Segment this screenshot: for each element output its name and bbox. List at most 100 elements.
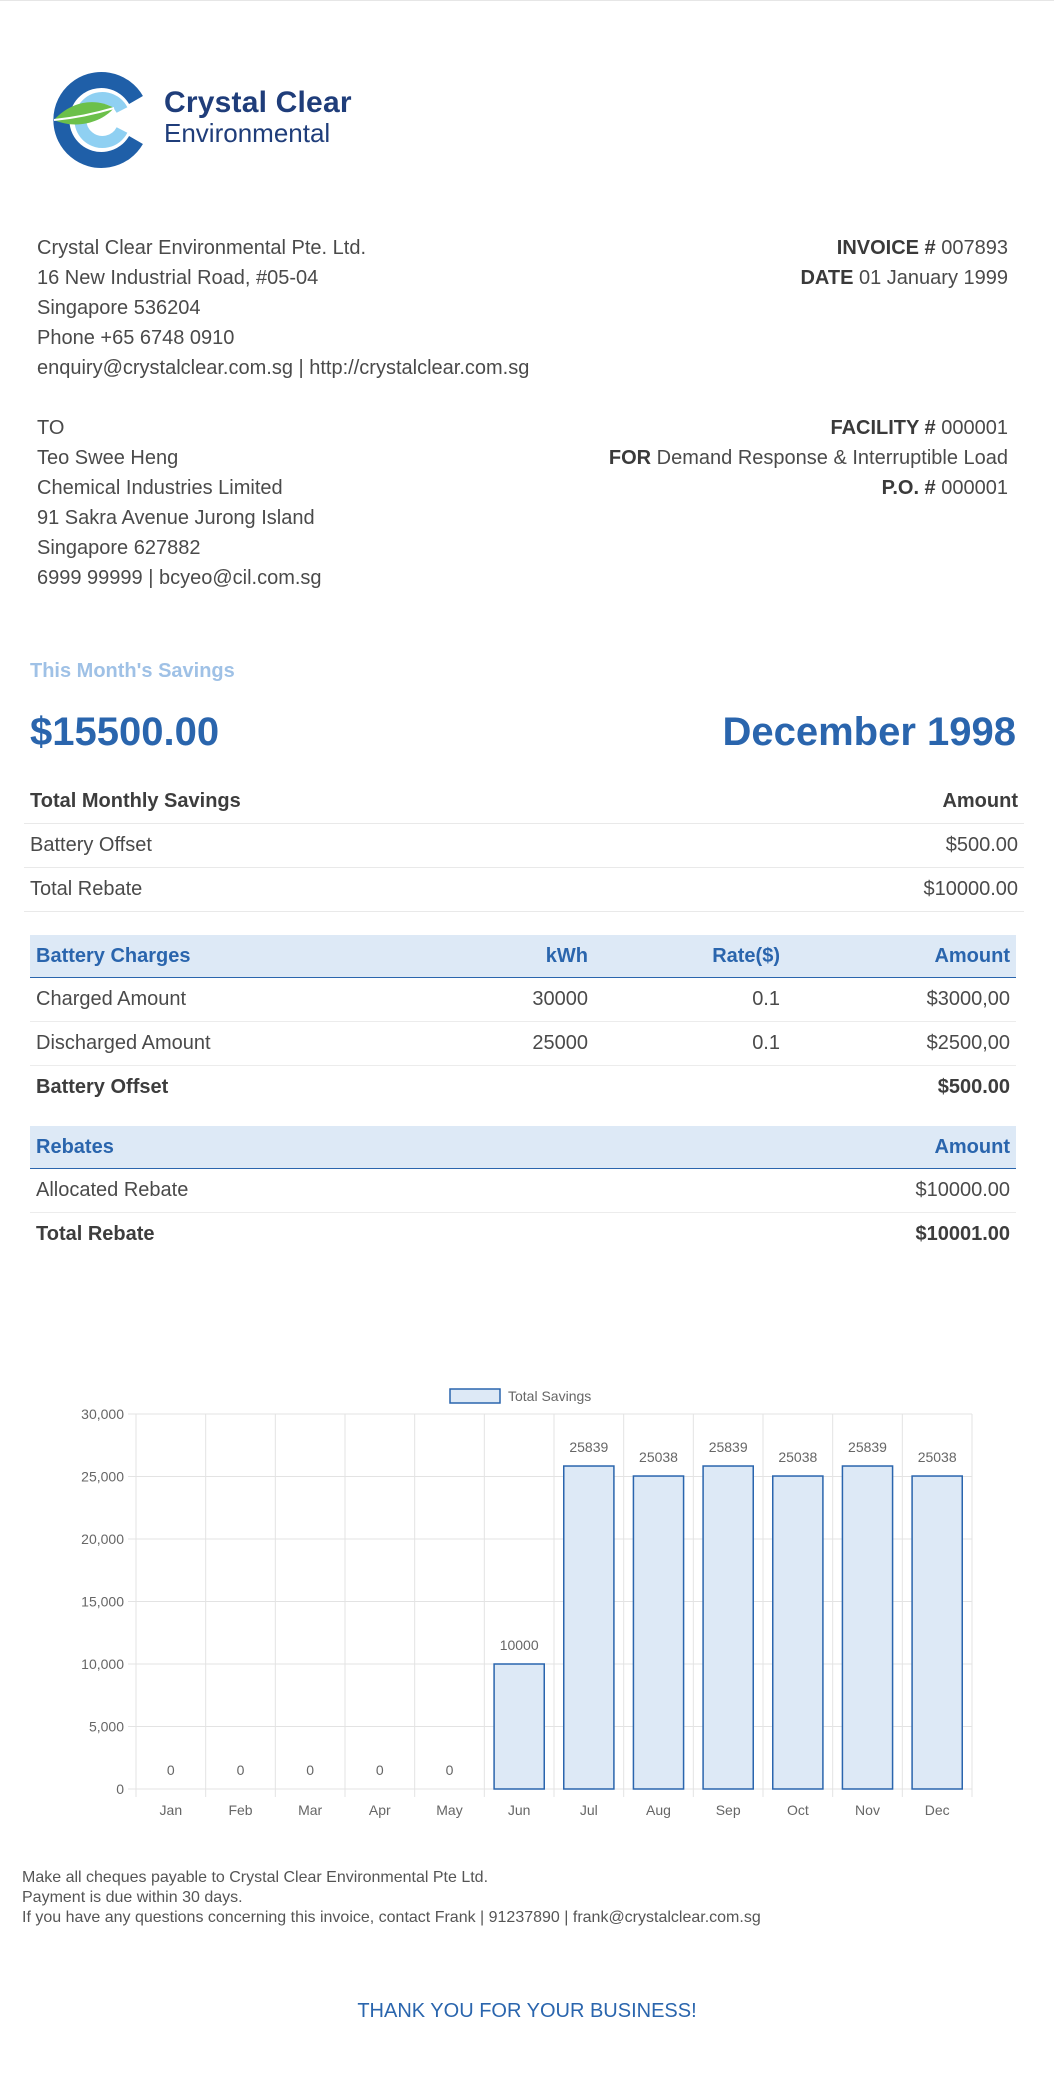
table-row: Discharged Amount 25000 0.1 $2500,00 bbox=[30, 1021, 1016, 1066]
battery-row-label: Discharged Amount bbox=[30, 1021, 442, 1066]
recipient-city: Singapore 627882 bbox=[37, 537, 201, 559]
facility-line: FACILITY # 000001 bbox=[609, 413, 1008, 443]
y-tick-label: 0 bbox=[116, 1781, 124, 1797]
savings-label: This Month's Savings bbox=[30, 660, 235, 682]
bar-value-label: 10000 bbox=[500, 1637, 539, 1653]
x-tick-label: Sep bbox=[716, 1802, 741, 1818]
x-tick-label: Jun bbox=[508, 1802, 531, 1818]
po-line: P.O. # 000001 bbox=[609, 473, 1008, 503]
thank-you-message: THANK YOU FOR YOUR BUSINESS! bbox=[357, 2000, 697, 2022]
invoice-meta: INVOICE # 007893 DATE 01 January 1999 bbox=[800, 233, 1008, 293]
bar bbox=[772, 1475, 824, 1790]
company-address: 16 New Industrial Road, #05-04 bbox=[37, 267, 319, 289]
po-label: P.O. # bbox=[881, 477, 936, 499]
bar-value-label: 0 bbox=[306, 1762, 314, 1778]
savings-amount: $15500.00 bbox=[30, 710, 220, 754]
invoice-date: 01 January 1999 bbox=[858, 267, 1008, 289]
bar bbox=[702, 1465, 754, 1790]
facility-label: FACILITY # bbox=[830, 417, 936, 439]
legend-swatch bbox=[449, 1388, 501, 1404]
table-row: Total Rebate $10000.00 bbox=[24, 867, 1024, 912]
summary-row-amount: $10000.00 bbox=[700, 867, 1024, 912]
x-tick-label: Dec bbox=[925, 1802, 950, 1818]
battery-row-amount: $3000,00 bbox=[786, 977, 1016, 1022]
recipient-address: 91 Sakra Avenue Jurong Island bbox=[37, 507, 315, 529]
x-tick-label: Aug bbox=[646, 1802, 671, 1818]
recipient-contact: 6999 99999 | bcyeo@cil.com.sg bbox=[37, 567, 322, 589]
battery-header-kwh: kWh bbox=[442, 935, 594, 978]
bar bbox=[841, 1465, 894, 1790]
top-divider bbox=[0, 0, 1054, 1]
company-logo: Crystal Clear Environmental bbox=[52, 70, 352, 170]
battery-row-amount: $2500,00 bbox=[786, 1021, 1016, 1066]
rebates-total-amount: $10001.00 bbox=[915, 1223, 1010, 1245]
company-contact: enquiry@crystalclear.com.sg | http://cry… bbox=[37, 357, 530, 379]
y-tick-label: 20,000 bbox=[81, 1531, 124, 1547]
bar bbox=[563, 1465, 615, 1790]
bar-value-label: 25038 bbox=[639, 1449, 678, 1465]
facility-info: FACILITY # 000001 FOR Demand Response & … bbox=[609, 413, 1008, 503]
company-name: Crystal Clear Environmental Pte. Ltd. bbox=[37, 237, 367, 259]
bar bbox=[493, 1663, 545, 1790]
rebates-total-label: Total Rebate bbox=[36, 1223, 155, 1245]
bar-value-label: 0 bbox=[446, 1762, 454, 1778]
table-header-row: Rebates Amount bbox=[30, 1126, 1016, 1169]
invoice-number: 007893 bbox=[941, 237, 1008, 259]
battery-charges-table: Battery Charges kWh Rate($) Amount Charg… bbox=[30, 935, 1016, 1109]
rebate-row-label: Allocated Rebate bbox=[30, 1168, 629, 1213]
recipient-info: TO Teo Swee Heng Chemical Industries Lim… bbox=[37, 413, 322, 593]
payment-note-1: Make all cheques payable to Crystal Clea… bbox=[22, 1869, 489, 1886]
x-tick-label: Mar bbox=[298, 1802, 322, 1818]
bar bbox=[911, 1475, 963, 1790]
bar-value-label: 0 bbox=[167, 1762, 175, 1778]
for-label: FOR bbox=[608, 447, 652, 469]
invoice-number-label: INVOICE # bbox=[836, 237, 936, 259]
battery-row-kwh: 25000 bbox=[442, 1021, 594, 1066]
bar bbox=[632, 1475, 685, 1790]
summary-row-amount: $500.00 bbox=[700, 823, 1024, 868]
payment-note-2: Payment is due within 30 days. bbox=[22, 1889, 243, 1906]
y-tick-label: 15,000 bbox=[81, 1594, 124, 1610]
rebate-row-amount: $10000.00 bbox=[628, 1168, 1016, 1213]
table-row: Charged Amount 30000 0.1 $3000,00 bbox=[30, 977, 1016, 1022]
savings-summary-table: Total Monthly Savings Amount Battery Off… bbox=[24, 780, 1024, 912]
table-total-row: Battery Offset $500.00 bbox=[30, 1066, 1016, 1110]
summary-header-label: Total Monthly Savings bbox=[24, 780, 701, 824]
bar-value-label: 25038 bbox=[778, 1449, 817, 1465]
x-tick-label: May bbox=[436, 1802, 462, 1818]
rebates-header-amount: Amount bbox=[628, 1126, 1016, 1169]
y-tick-label: 10,000 bbox=[81, 1656, 124, 1672]
invoice-number-line: INVOICE # 007893 bbox=[800, 233, 1008, 263]
for-value: Demand Response & Interruptible Load bbox=[656, 447, 1008, 469]
po-number: 000001 bbox=[941, 477, 1008, 499]
logo-wordmark: Crystal Clear Environmental bbox=[164, 88, 352, 149]
facility-number: 000001 bbox=[941, 417, 1008, 439]
legend-label: Total Savings bbox=[508, 1388, 591, 1404]
invoice-date-label: DATE bbox=[800, 267, 854, 289]
x-tick-label: Nov bbox=[855, 1802, 880, 1818]
table-row: Battery Offset $500.00 bbox=[24, 823, 1024, 868]
logo-mark-icon bbox=[53, 72, 143, 168]
rebates-table: Rebates Amount Allocated Rebate $10000.0… bbox=[30, 1126, 1016, 1256]
payment-notes: Make all cheques payable to Crystal Clea… bbox=[22, 1868, 761, 1928]
table-header-row: Battery Charges kWh Rate($) Amount bbox=[30, 935, 1016, 978]
x-tick-label: Jul bbox=[580, 1802, 598, 1818]
x-tick-label: Oct bbox=[787, 1802, 809, 1818]
recipient-to-label: TO bbox=[37, 417, 65, 439]
summary-header-amount: Amount bbox=[700, 780, 1024, 824]
logo-line-2: Environmental bbox=[164, 118, 331, 148]
bar-value-label: 25839 bbox=[569, 1439, 608, 1455]
battery-header-rate: Rate($) bbox=[594, 935, 786, 978]
company-info: Crystal Clear Environmental Pte. Ltd. 16… bbox=[37, 233, 529, 383]
y-tick-label: 30,000 bbox=[81, 1406, 124, 1422]
summary-row-label: Total Rebate bbox=[24, 867, 701, 912]
payment-note-3: If you have any questions concerning thi… bbox=[22, 1909, 761, 1926]
recipient-company: Chemical Industries Limited bbox=[37, 477, 283, 499]
company-phone: Phone +65 6748 0910 bbox=[37, 327, 235, 349]
recipient-name: Teo Swee Heng bbox=[37, 447, 179, 469]
x-tick-label: Jan bbox=[160, 1802, 183, 1818]
table-total-row: Total Rebate $10001.00 bbox=[30, 1213, 1016, 1257]
table-row: Allocated Rebate $10000.00 bbox=[30, 1168, 1016, 1213]
x-tick-label: Apr bbox=[369, 1802, 391, 1818]
bar-value-label: 0 bbox=[237, 1762, 245, 1778]
